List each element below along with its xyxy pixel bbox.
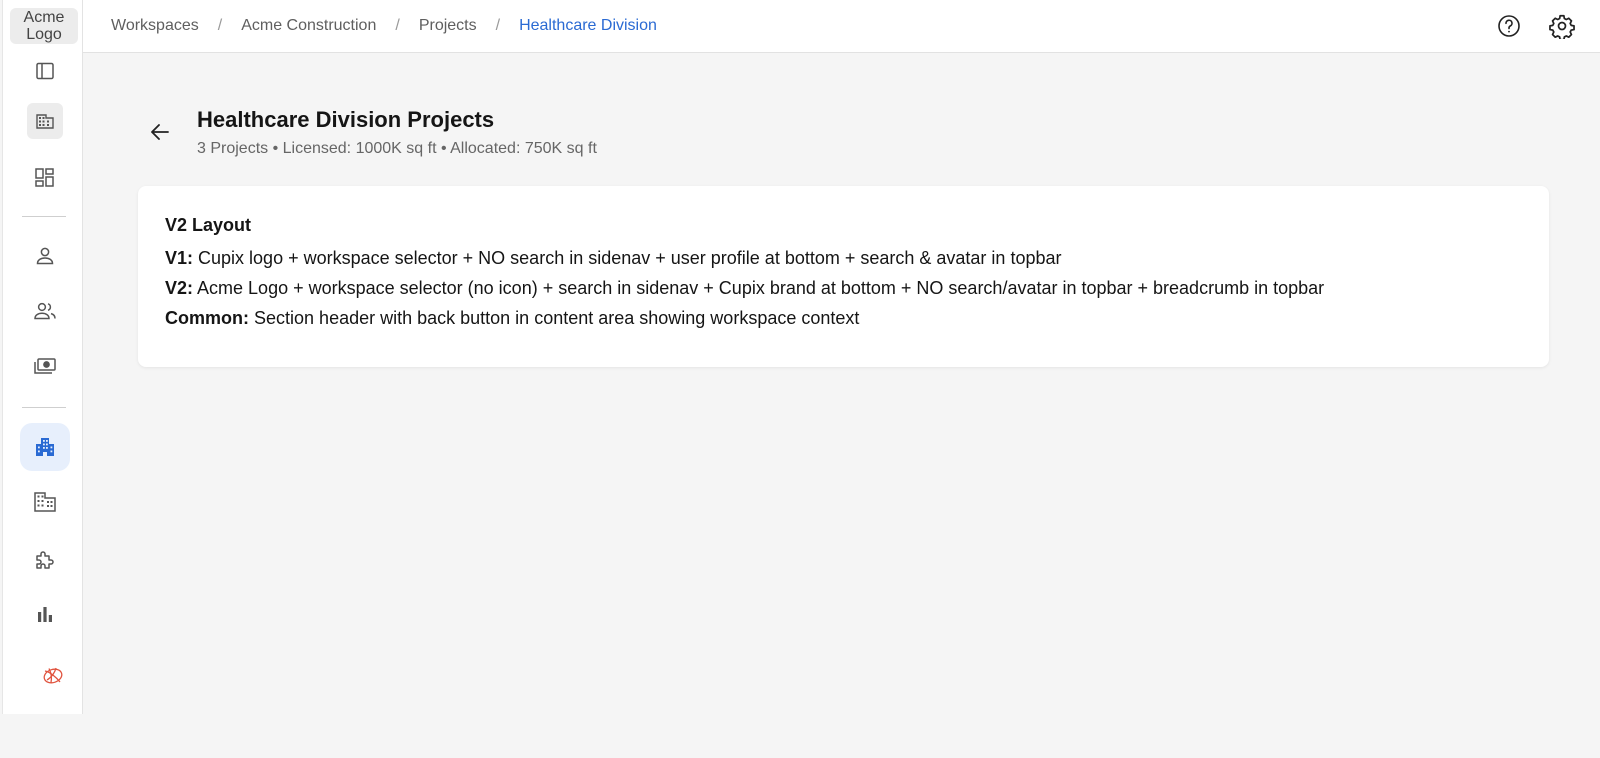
money-icon — [34, 358, 56, 374]
line-text: Section header with back button in conte… — [254, 308, 860, 328]
line-label: V2: — [165, 278, 194, 298]
line-label: V1: — [165, 248, 194, 268]
back-arrow-icon[interactable] — [148, 120, 172, 144]
cupix-brand-icon — [43, 667, 63, 684]
line-text: Acme Logo + workspace selector (no icon)… — [197, 278, 1325, 298]
page-title: Healthcare Division Projects — [197, 107, 495, 132]
sidebar-item-reports[interactable] — [20, 590, 70, 638]
topbar: Workspaces / Acme Construction / Project… — [83, 0, 1600, 53]
breadcrumb-acme-construction[interactable]: Acme Construction — [241, 17, 376, 35]
sidebar-item-projects[interactable] — [20, 423, 70, 471]
extension-icon — [36, 551, 54, 569]
breadcrumb-separator: / — [495, 17, 501, 34]
layout-info-card: V2 Layout V1: Cupix logo + workspace sel… — [138, 186, 1549, 367]
apartment-icon — [36, 438, 54, 456]
breadcrumb-separator: / — [217, 17, 223, 34]
acme-logo[interactable]: Acme Logo — [10, 8, 78, 44]
sidebar-item-profile[interactable] — [20, 232, 70, 280]
building-icon — [36, 114, 54, 129]
workspace-selector-button[interactable] — [27, 103, 63, 139]
people-icon — [34, 302, 56, 320]
settings-icon[interactable] — [1549, 13, 1575, 39]
sidenav: Acme Logo — [2, 0, 83, 714]
sidebar-divider — [22, 407, 66, 408]
sidebar-item-companies[interactable] — [20, 478, 70, 526]
sidebar-item-billing[interactable] — [20, 342, 70, 390]
card-title: V2 Layout — [165, 215, 252, 235]
sidebar-item-integrations[interactable] — [20, 536, 70, 584]
card-line-v1: V1: Cupix logo + workspace selector + NO… — [165, 248, 1061, 269]
bar-chart-icon — [38, 607, 52, 622]
sidebar-divider — [22, 216, 66, 217]
card-line-common: Common: Section header with back button … — [165, 308, 859, 329]
breadcrumb-projects[interactable]: Projects — [419, 17, 477, 35]
help-icon[interactable] — [1496, 13, 1522, 39]
breadcrumb-separator: / — [395, 17, 400, 34]
breadcrumb: Workspaces / Acme Construction / Project… — [111, 17, 657, 35]
sidebar-item-users[interactable] — [20, 287, 70, 335]
page-subtitle: 3 Projects • Licensed: 1000K sq ft • All… — [197, 140, 597, 157]
cupix-brand[interactable] — [28, 652, 78, 700]
sidebar-toggle-icon — [36, 62, 54, 80]
business-icon — [34, 492, 56, 512]
sidebar-toggle-button[interactable] — [20, 47, 70, 95]
card-line-v2: V2: Acme Logo + workspace selector (no i… — [165, 278, 1324, 299]
line-text: Cupix logo + workspace selector + NO sea… — [198, 248, 1062, 268]
sidebar-item-dashboard[interactable] — [20, 154, 70, 202]
dashboard-icon — [35, 168, 54, 187]
line-label: Common: — [165, 308, 249, 328]
breadcrumb-workspaces[interactable]: Workspaces — [111, 17, 199, 35]
breadcrumb-healthcare-division: Healthcare Division — [519, 17, 657, 34]
person-icon — [36, 247, 54, 265]
